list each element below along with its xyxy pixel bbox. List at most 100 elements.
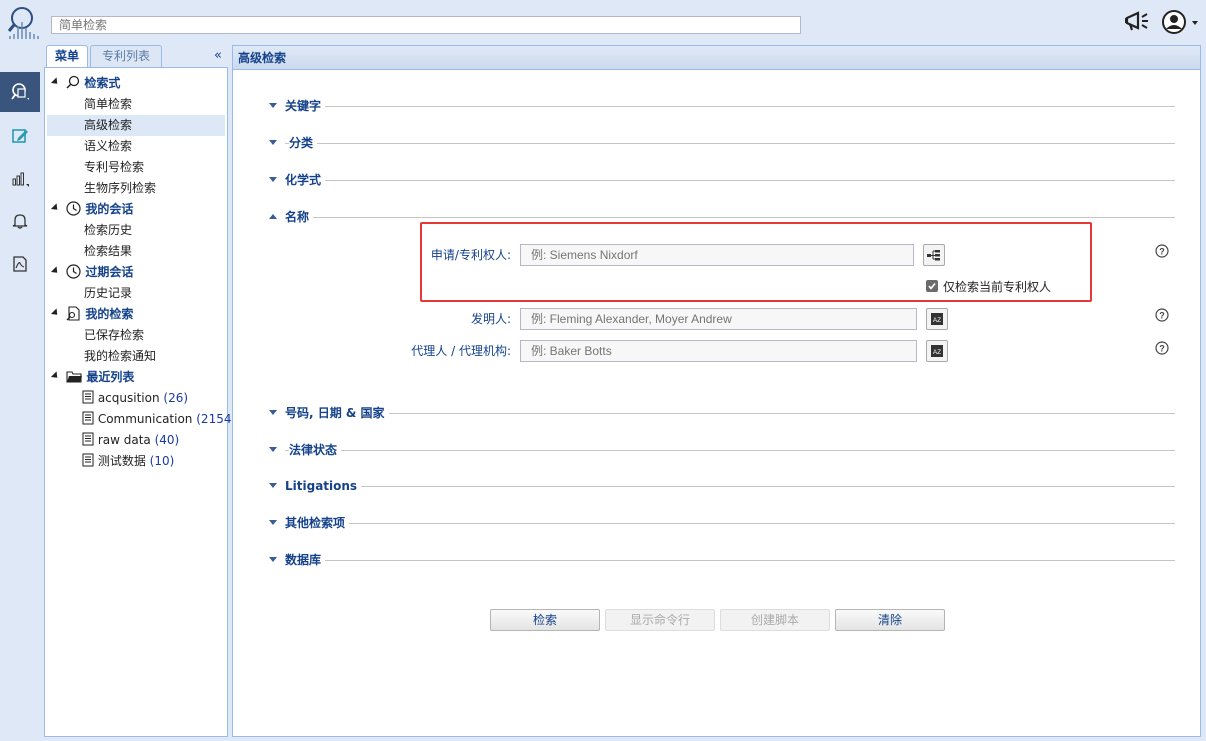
bar-chart-icon [12,172,29,187]
left-rail: ? [0,72,40,741]
section-classification[interactable]: 分类 [269,135,1175,151]
section-label: 化学式 [285,172,326,188]
app-logo-icon[interactable] [6,4,40,40]
expand-arrow-icon [269,520,277,525]
section-label: 关键字 [285,98,326,114]
section-label: 号码, 日期 & 国家 [285,405,389,421]
tree-group-queries[interactable]: 检索式 [50,73,121,94]
collapse-arrow-icon [269,214,277,219]
tree-group-label: 最近列表 [86,370,135,384]
rail-notifications[interactable] [0,201,40,241]
tree-item-advanced-search[interactable]: 高级检索 [47,115,225,136]
document-icon [82,390,94,404]
list-item-count: (2154) [196,412,237,426]
help-circle-icon[interactable]: ? [1155,244,1169,258]
expand-arrow-icon [269,103,277,108]
current-assignee-checkbox[interactable] [926,280,938,292]
rail-analytics[interactable] [0,158,40,198]
assignee-input[interactable] [520,244,914,266]
tree-item-simple-search[interactable]: 简单检索 [84,94,132,115]
tree-group-label: 过期会话 [85,265,134,279]
svg-text:AZ: AZ [933,317,941,324]
simple-search-input[interactable] [51,16,801,34]
svg-text:?: ? [1159,344,1165,354]
svg-text:?: ? [1159,247,1165,257]
agent-label: 代理人 / 代理机构: [411,344,511,358]
tree-item-semantic-search[interactable]: 语义检索 [84,136,132,157]
page-title: 高级检索 [233,46,1200,70]
tree-item-search-results[interactable]: 检索结果 [84,241,132,262]
tree-item-patent-number-search[interactable]: 专利号检索 [84,157,144,178]
tree-group-label: 我的会话 [85,202,134,216]
list-item-count: (40) [154,433,180,447]
section-litigations[interactable]: Litigations [269,478,1175,494]
section-formula[interactable]: 化学式 [269,172,1175,188]
tree-item-search-history[interactable]: 检索历史 [84,220,132,241]
section-label: 数据库 [285,552,326,568]
rail-pdf[interactable] [0,244,40,284]
show-command-button[interactable]: 显示命令行 [605,609,715,631]
search-button[interactable]: 检索 [490,609,600,631]
rail-edit[interactable] [0,116,40,156]
section-legal-status[interactable]: 法律状态 [269,442,1175,458]
section-label: Litigations [285,478,362,494]
tree-item-saved-searches[interactable]: 已保存检索 [84,325,144,346]
expand-arrow-icon [269,410,277,415]
saved-search-icon [66,306,80,321]
rail-search[interactable] [0,72,40,112]
expand-arrow-icon [269,177,277,182]
current-assignee-label: 仅检索当前专利权人 [943,280,1052,294]
section-database[interactable]: 数据库 [269,552,1175,568]
svg-text:AZ: AZ [933,349,941,356]
section-keywords[interactable]: 关键字 [269,98,1175,114]
section-other[interactable]: 其他检索项 [269,515,1175,531]
clear-button[interactable]: 清除 [835,609,945,631]
tab-menu[interactable]: 菜单 [46,45,88,68]
search-doc-icon [11,83,29,100]
list-item-communication[interactable]: Communication (2154) [82,409,236,430]
user-avatar-icon[interactable] [1160,8,1200,36]
expand-arrow-icon [269,557,277,562]
az-list-icon: AZ [931,345,943,357]
tree-group-my-searches[interactable]: 我的检索 [50,304,134,325]
create-script-button[interactable]: 创建脚本 [720,609,830,631]
help-circle-icon[interactable]: ? [1155,341,1169,355]
help-circle-icon[interactable]: ? [1155,308,1169,322]
expand-arrow-icon [269,447,277,452]
clock-icon [66,201,81,216]
tree-group-my-sessions[interactable]: 我的会话 [50,199,134,220]
list-item-count: (10) [149,454,175,468]
document-icon [82,411,94,425]
list-item-raw-data[interactable]: raw data (40) [82,430,179,451]
list-item-label: raw data [97,433,151,447]
collapse-panel-icon[interactable]: « [214,48,222,63]
megaphone-icon[interactable] [1124,9,1150,33]
agent-az-button[interactable]: AZ [926,340,948,362]
edit-icon [12,129,28,143]
list-item-label: Communication [97,412,193,426]
tree-group-label: 我的检索 [85,307,134,321]
svg-text:?: ? [1159,311,1165,321]
tab-patent-list[interactable]: 专利列表 [90,45,162,67]
section-number-date-country[interactable]: 号码, 日期 & 国家 [269,405,1175,421]
checkmark-icon [928,283,936,290]
expand-arrow-icon [269,483,277,488]
tree-group-expired-sessions[interactable]: 过期会话 [50,262,134,283]
tree-group-label: 检索式 [84,76,121,90]
tree-group-recent-lists[interactable]: 最近列表 [50,367,135,388]
tree-item-bio-sequence-search[interactable]: 生物序列检索 [84,178,156,199]
document-icon [82,453,94,467]
section-label: 名称 [285,209,314,225]
tree-item-search-alerts[interactable]: 我的检索通知 [84,346,156,367]
inventor-input[interactable] [520,308,917,330]
list-item-acqusition[interactable]: acqusition (26) [82,388,188,409]
assignee-hierarchy-button[interactable] [923,244,945,266]
az-list-icon: AZ [931,313,943,325]
folder-icon [66,371,83,383]
inventor-az-button[interactable]: AZ [926,308,948,330]
list-item-test-data[interactable]: 测试数据 (10) [82,451,174,472]
list-item-label: acqusition [97,391,160,405]
agent-input[interactable] [520,340,917,362]
tree-item-history[interactable]: 历史记录 [84,283,132,304]
pdf-icon [13,256,27,272]
